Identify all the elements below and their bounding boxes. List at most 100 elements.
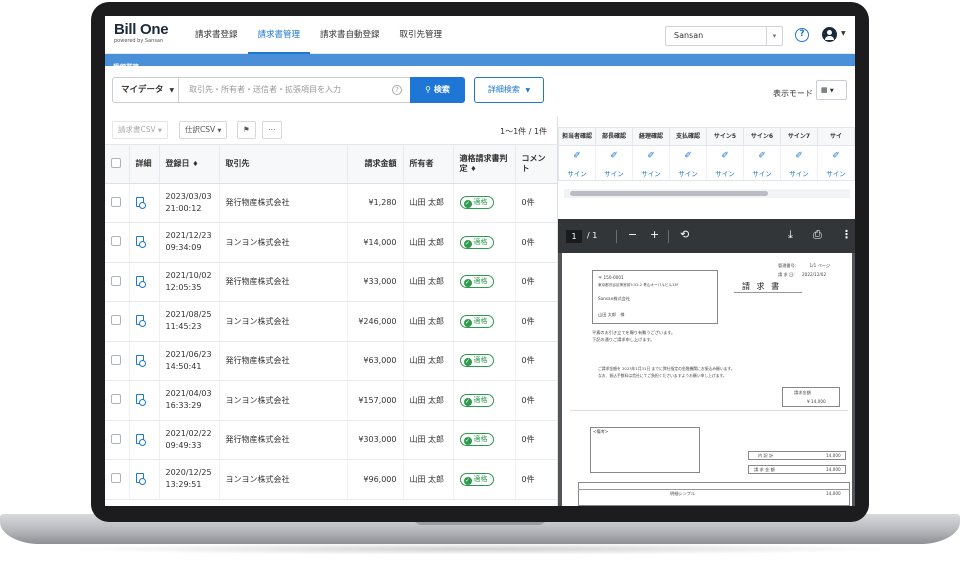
user-avatar-icon[interactable]: [822, 27, 837, 42]
column-header-partner: 取引先: [219, 145, 348, 184]
sign-button[interactable]: ✐ サイン: [707, 146, 744, 180]
pdf-page-input[interactable]: 1: [566, 230, 582, 243]
download-icon[interactable]: ⤓: [788, 228, 793, 242]
row-checkbox[interactable]: [111, 354, 121, 365]
sign-button[interactable]: ✐ サイン: [670, 146, 707, 180]
row-checkbox[interactable]: [111, 196, 121, 207]
row-checkbox[interactable]: [111, 315, 121, 326]
horizontal-scrollbar[interactable]: [564, 189, 850, 198]
status-badge-label: 適格: [473, 474, 488, 483]
more-options-icon[interactable]: ⋯: [262, 121, 282, 139]
document-detail-icon[interactable]: [135, 315, 146, 328]
sign-label: サイン: [715, 170, 735, 178]
search-button[interactable]: ⚲ 検索: [410, 77, 465, 103]
search-help-icon[interactable]: ?: [392, 85, 402, 95]
registered-date: 2021/10/02: [165, 270, 212, 280]
date-cell: 2020/12/25 13:29:51: [159, 459, 220, 500]
column-header-date[interactable]: 登録日 ♦: [159, 145, 220, 184]
row-checkbox[interactable]: [111, 433, 121, 444]
print-icon[interactable]: ⎙: [813, 228, 822, 242]
partner-cell: 発行物産株式会社: [219, 341, 348, 381]
sign-button[interactable]: ✐ サイン: [633, 146, 670, 180]
select-all-checkbox[interactable]: [111, 157, 121, 168]
sign-label: サイン: [789, 170, 809, 178]
user-menu-chevron-icon[interactable]: ▼: [841, 30, 846, 37]
advanced-search-button[interactable]: 詳細検索 ▼: [474, 77, 544, 103]
recipient-person: 山田 太郎 様: [598, 312, 625, 317]
partner-cell: 発行物産株式会社: [219, 420, 348, 460]
nav-invoice-registration[interactable]: 請求書登録: [185, 16, 248, 54]
scope-dropdown[interactable]: マイデータ ▼: [112, 77, 179, 103]
qualification-cell: ✓ 適格: [453, 222, 516, 263]
check-circle-icon: ✓: [463, 358, 472, 367]
search-row: マイデータ ▼ 取引先・所有者・送信者・拡張項目を入力 ? ⚲ 検索 詳細検索 …: [105, 66, 855, 116]
status-badge-label: 適格: [473, 277, 488, 286]
comment-cell: 0件: [515, 183, 557, 223]
search-button-label: 検索: [433, 85, 450, 94]
document-detail-icon[interactable]: [135, 433, 146, 446]
document-detail-icon[interactable]: [135, 394, 146, 407]
column-header-qualification[interactable]: 適格請求書判定 ♦: [453, 145, 516, 184]
column-header-date-label: 登録日: [165, 159, 190, 169]
search-input[interactable]: 取引先・所有者・送信者・拡張項目を入力 ?: [178, 77, 411, 103]
detail-cell: [129, 420, 160, 460]
row-select-cell: [105, 341, 130, 381]
search-icon: ⚲: [425, 85, 432, 94]
table-row[interactable]: 2021/10/02 12:05:35 発行物産株式会社 ¥33,000 山田 太郎 ✓ 適…: [105, 262, 557, 302]
document-detail-icon[interactable]: [135, 196, 146, 209]
sign-button[interactable]: ✐ サイン: [559, 146, 596, 180]
nav-auto-registration[interactable]: 請求書自動登録: [310, 16, 390, 54]
more-vertical-icon[interactable]: ⋮: [841, 228, 852, 241]
row-checkbox[interactable]: [111, 394, 121, 405]
sign-button[interactable]: ✐ サイン: [744, 146, 781, 180]
zoom-out-icon[interactable]: −: [628, 228, 637, 241]
section-bar: 受領業務: [105, 54, 855, 71]
table-row[interactable]: 2021/12/23 09:34:09 ヨンヨン株式会社 ¥14,000 山田 太郎 ✓ 適…: [105, 222, 557, 263]
scrollbar-thumb[interactable]: [570, 191, 768, 196]
invoice-number: 管理番号: 1/1 ページ: [778, 263, 830, 269]
approval-column-header: 部長確認: [596, 128, 633, 145]
journal-csv-button[interactable]: 仕訳CSV ▼: [179, 121, 228, 139]
sign-button[interactable]: ✐ サイン: [818, 146, 855, 180]
organization-select[interactable]: Sansan ▾: [665, 26, 783, 46]
owner-cell: 山田 太郎: [403, 183, 454, 223]
sign-label: サイン: [826, 170, 846, 178]
nav-partner-management[interactable]: 取引先管理: [390, 16, 453, 54]
detail-cell: [129, 262, 160, 302]
partner-cell: ヨンヨン株式会社: [219, 380, 348, 421]
table-row[interactable]: 2023/03/03 21:00:12 発行物産株式会社 ¥1,280 山田 太郎 ✓ 適格…: [105, 183, 557, 223]
document-detail-icon[interactable]: [135, 354, 146, 367]
select-all-header: [105, 145, 130, 184]
rotate-icon[interactable]: ⟲: [680, 228, 689, 241]
row-checkbox[interactable]: [111, 473, 121, 484]
document-detail-icon[interactable]: [135, 275, 146, 288]
table-row[interactable]: 2020/12/25 13:29:51 ヨンヨン株式会社 ¥96,000 山田 太郎 ✓ 適…: [105, 459, 557, 500]
check-circle-icon: ✓: [463, 279, 472, 288]
qualification-cell: ✓ 適格: [453, 459, 516, 500]
pdf-viewer[interactable]: 管理番号: 1/1 ページ 請 求 日: 2022/12/02 請 求 書 〒 …: [558, 253, 855, 506]
sign-button[interactable]: ✐ サイン: [781, 146, 818, 180]
split-view-icon: ▦: [821, 86, 828, 94]
view-mode-select[interactable]: ▦ ▼: [816, 80, 847, 100]
preview-panel: 担当者確認 部長確認 経理確認 支払確認 サイン5 サイン6 サイン7 サイ ✐ サイン ✐ サイン…: [557, 116, 855, 506]
table-row[interactable]: 2021/08/25 11:45:23 ヨンヨン株式会社 ¥246,000 山田 太郎 ✓…: [105, 301, 557, 342]
document-detail-icon[interactable]: [135, 236, 146, 249]
document-detail-icon[interactable]: [135, 473, 146, 486]
table-row[interactable]: 2021/06/23 14:50:41 発行物産株式会社 ¥63,000 山田 太郎 ✓ 適…: [105, 341, 557, 381]
sign-button[interactable]: ✐ サイン: [596, 146, 633, 180]
row-checkbox[interactable]: [111, 275, 121, 286]
help-icon[interactable]: ?: [795, 28, 809, 42]
registered-date: 2020/12/25: [165, 468, 212, 478]
invoice-csv-button[interactable]: 請求書CSV ▼: [112, 121, 168, 139]
zoom-in-icon[interactable]: +: [650, 228, 659, 241]
registered-date: 2021/02/22: [165, 428, 212, 438]
approval-column-header: サイン6: [744, 128, 781, 145]
table-row[interactable]: 2021/04/03 16:33:29 ヨンヨン株式会社 ¥157,000 山田 太郎 ✓…: [105, 380, 557, 421]
amount-cell: ¥96,000: [347, 459, 404, 500]
owner-cell: 山田 太郎: [403, 222, 454, 263]
table-row[interactable]: 2021/02/22 09:49:33 発行物産株式会社 ¥303,000 山田 太郎 ✓…: [105, 420, 557, 460]
row-checkbox[interactable]: [111, 236, 121, 247]
bill-one-logo[interactable]: Bill One powered by Sansan: [114, 22, 169, 45]
flag-icon[interactable]: ⚑: [237, 121, 256, 139]
nav-invoice-management[interactable]: 請求書管理: [247, 16, 311, 54]
